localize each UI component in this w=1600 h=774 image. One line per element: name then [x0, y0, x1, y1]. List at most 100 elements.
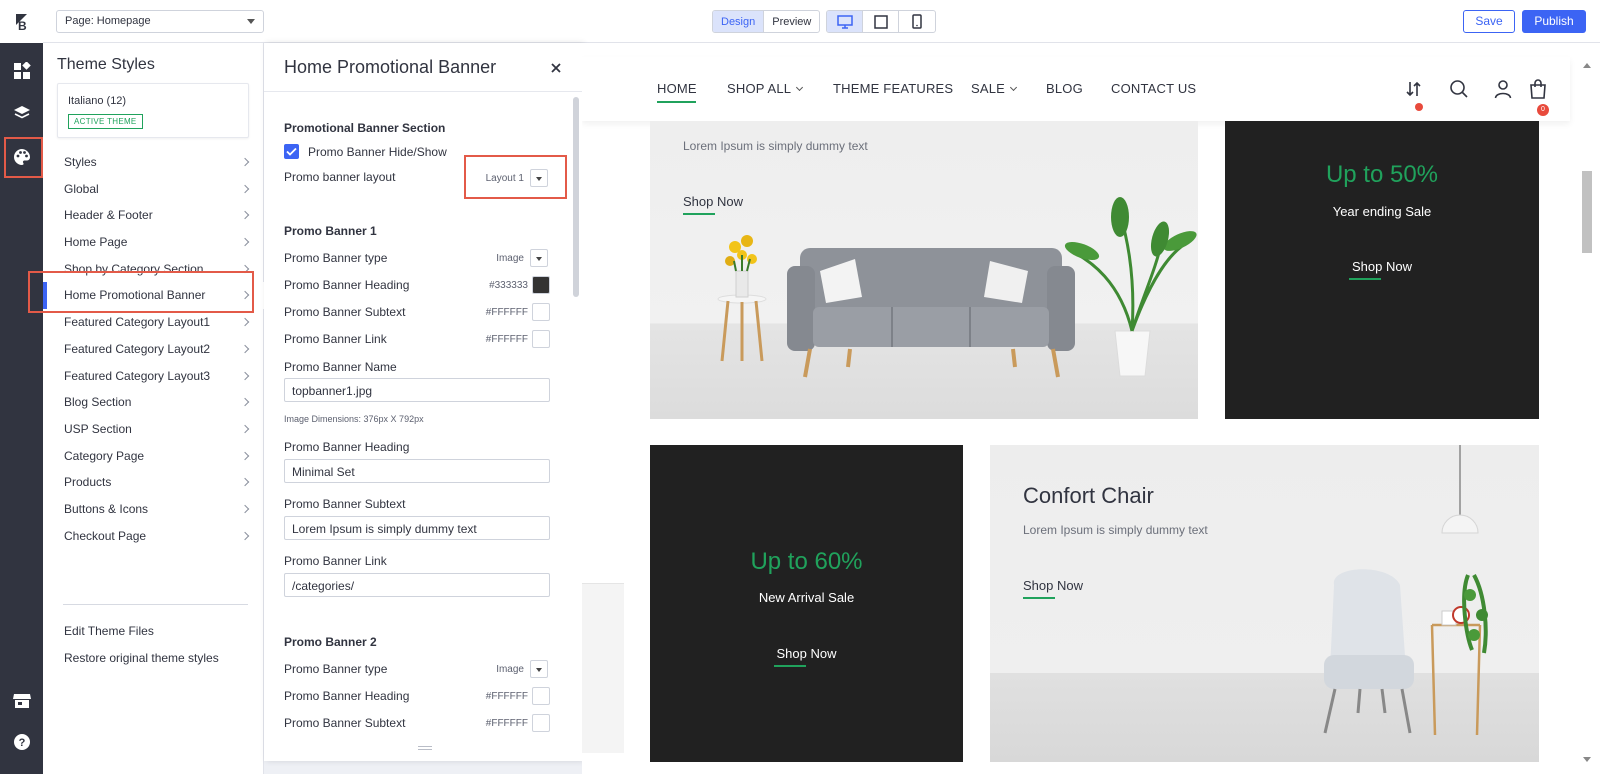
close-icon[interactable] [550, 61, 562, 73]
banner1-heading-swatch[interactable] [532, 276, 550, 294]
sidebar-item-products[interactable]: Products [43, 469, 264, 496]
desktop-icon[interactable] [827, 11, 863, 32]
sidebar-item-global[interactable]: Global [43, 176, 264, 203]
banner2-shop-now[interactable]: Shop Now [1225, 259, 1539, 274]
chevron-right-icon [240, 451, 250, 460]
banner3-cta-underline [774, 665, 806, 667]
banner1-link-color-label: Promo Banner Link [284, 332, 387, 346]
sidebar-item-label: Global [64, 181, 99, 196]
sidebar-item-label: Featured Category Layout3 [64, 368, 211, 383]
compare-icon[interactable] [1404, 79, 1424, 99]
panel-scrollbar[interactable] [573, 97, 579, 297]
nav-theme-features[interactable]: THEME FEATURES [833, 81, 953, 96]
banner2-cta-underline [1349, 278, 1381, 280]
save-button[interactable]: Save [1463, 10, 1515, 33]
banner1-link-text-label: Promo Banner Link [284, 554, 387, 568]
banner1-link-input[interactable]: /categories/ [284, 573, 550, 597]
storefront-icon[interactable] [11, 690, 33, 712]
sidebar-item-header-footer[interactable]: Header & Footer [43, 202, 264, 229]
nav-home[interactable]: HOME [657, 81, 697, 96]
banner1-link-swatch[interactable] [532, 330, 550, 348]
page-select[interactable]: Page: Homepage [56, 10, 264, 33]
banner3-percent: Up to 60% [750, 548, 863, 575]
sidebar-item-styles[interactable]: Styles [43, 149, 264, 176]
page-select-value: Page: Homepage [65, 15, 151, 27]
nav-contact-us[interactable]: CONTACT US [1111, 81, 1196, 96]
banner2-heading-hex: #FFFFFF [485, 691, 528, 702]
layout-select-highlight [464, 155, 567, 199]
banner2-heading-swatch[interactable] [532, 687, 550, 705]
sidebar-item-label: Checkout Page [64, 528, 147, 543]
sidebar-item-featured-category-layout2[interactable]: Featured Category Layout2 [43, 336, 264, 363]
sidebar-item-blog-section[interactable]: Blog Section [43, 389, 264, 416]
banner1-subtext-color-label: Promo Banner Subtext [284, 305, 406, 319]
search-icon[interactable] [1449, 79, 1469, 99]
promo-banner-chair[interactable]: Confort Chair Lorem Ipsum is simply dumm… [990, 445, 1539, 762]
sidebar-item-featured-category-layout3[interactable]: Featured Category Layout3 [43, 363, 264, 390]
banner1-dimensions-hint: Image Dimensions: 376px X 792px [284, 414, 424, 424]
layers-icon[interactable] [11, 102, 33, 124]
publish-button[interactable]: Publish [1522, 10, 1586, 33]
tab-design[interactable]: Design [713, 11, 765, 32]
sidebar-item-label: Category Page [64, 448, 145, 463]
sidebar-item-category-page[interactable]: Category Page [43, 443, 264, 470]
sidebar-item-usp-section[interactable]: USP Section [43, 416, 264, 443]
preview-scrollbar[interactable] [1582, 171, 1592, 253]
help-icon[interactable]: ? [11, 731, 33, 753]
promo-banner-sofa[interactable]: Lorem Ipsum is simply dummy text Shop No… [650, 121, 1198, 419]
banner1-type-value[interactable]: Image [484, 253, 524, 264]
banner1-heading-input[interactable]: Minimal Set [284, 459, 550, 483]
chevron-right-icon [240, 504, 250, 514]
tab-preview[interactable]: Preview [764, 11, 819, 32]
active-theme-badge: ACTIVE THEME [68, 114, 143, 129]
panel-resize-grip[interactable] [418, 746, 432, 750]
sidebar-item-home-page[interactable]: Home Page [43, 229, 264, 256]
store-preview: HOME SHOP ALL THEME FEATURES SALE BLOG C… [582, 43, 1600, 774]
nav-sale[interactable]: SALE [971, 81, 1018, 96]
banner3-shop-now[interactable]: Shop Now [650, 646, 963, 661]
sidebar-title: Theme Styles [57, 56, 155, 73]
mobile-icon[interactable] [899, 11, 935, 32]
tablet-icon[interactable] [863, 11, 899, 32]
chevron-down-icon [796, 83, 804, 92]
palette-highlight [4, 137, 43, 178]
user-icon[interactable] [1493, 79, 1513, 99]
bigcommerce-logo[interactable]: B [0, 0, 43, 43]
nav-active-underline [657, 101, 696, 103]
chevron-right-icon [240, 157, 250, 167]
menu-item-highlight [28, 271, 254, 313]
nav-blog[interactable]: BLOG [1046, 81, 1083, 96]
sidebar-item-label: USP Section [64, 421, 132, 436]
dashboard-icon[interactable] [11, 60, 33, 82]
sidebar-item-featured-category-layout1[interactable]: Featured Category Layout1 [43, 309, 264, 336]
banner1-subtext-swatch[interactable] [532, 303, 550, 321]
edit-theme-files-link[interactable]: Edit Theme Files [64, 624, 154, 638]
svg-text:B: B [18, 19, 27, 33]
restore-theme-styles-link[interactable]: Restore original theme styles [64, 651, 219, 665]
cart-icon[interactable] [1528, 79, 1548, 99]
sidebar-item-label: Featured Category Layout1 [64, 315, 211, 330]
banner2-percent: Up to 50% [1325, 161, 1439, 188]
banner2-type-select[interactable] [530, 660, 548, 678]
scroll-down-icon[interactable] [1583, 757, 1591, 762]
sidebar-item-checkout-page[interactable]: Checkout Page [43, 523, 264, 550]
banner1-type-select[interactable] [530, 249, 548, 267]
banner2-subtext-swatch[interactable] [532, 714, 550, 732]
banner2-title: Promo Banner 2 [284, 635, 377, 649]
scroll-up-icon[interactable] [1583, 63, 1591, 68]
settings-panel: Home Promotional Banner Promotional Bann… [264, 43, 582, 761]
chevron-right-icon [240, 211, 250, 220]
banner3-subtext: New Arrival Sale [758, 590, 855, 605]
promo-banner-year-end[interactable]: Up to 50% Year ending Sale Shop Now [1225, 121, 1539, 419]
promo-banner-new-arrival[interactable]: Up to 60% New Arrival Sale Shop Now [650, 445, 963, 762]
preview-edge-banner [582, 583, 624, 753]
nav-label: SALE [971, 81, 1006, 96]
compare-badge [1415, 103, 1423, 111]
banner2-type-value[interactable]: Image [484, 664, 524, 675]
banner1-name-input[interactable]: topbanner1.jpg [284, 378, 550, 402]
nav-shop-all[interactable]: SHOP ALL [727, 81, 804, 96]
hide-show-checkbox[interactable] [284, 144, 299, 159]
sidebar-item-buttons-icons[interactable]: Buttons & Icons [43, 496, 264, 523]
mode-toggle: Design Preview [712, 10, 821, 33]
banner1-subtext-input[interactable]: Lorem Ipsum is simply dummy text [284, 516, 550, 540]
